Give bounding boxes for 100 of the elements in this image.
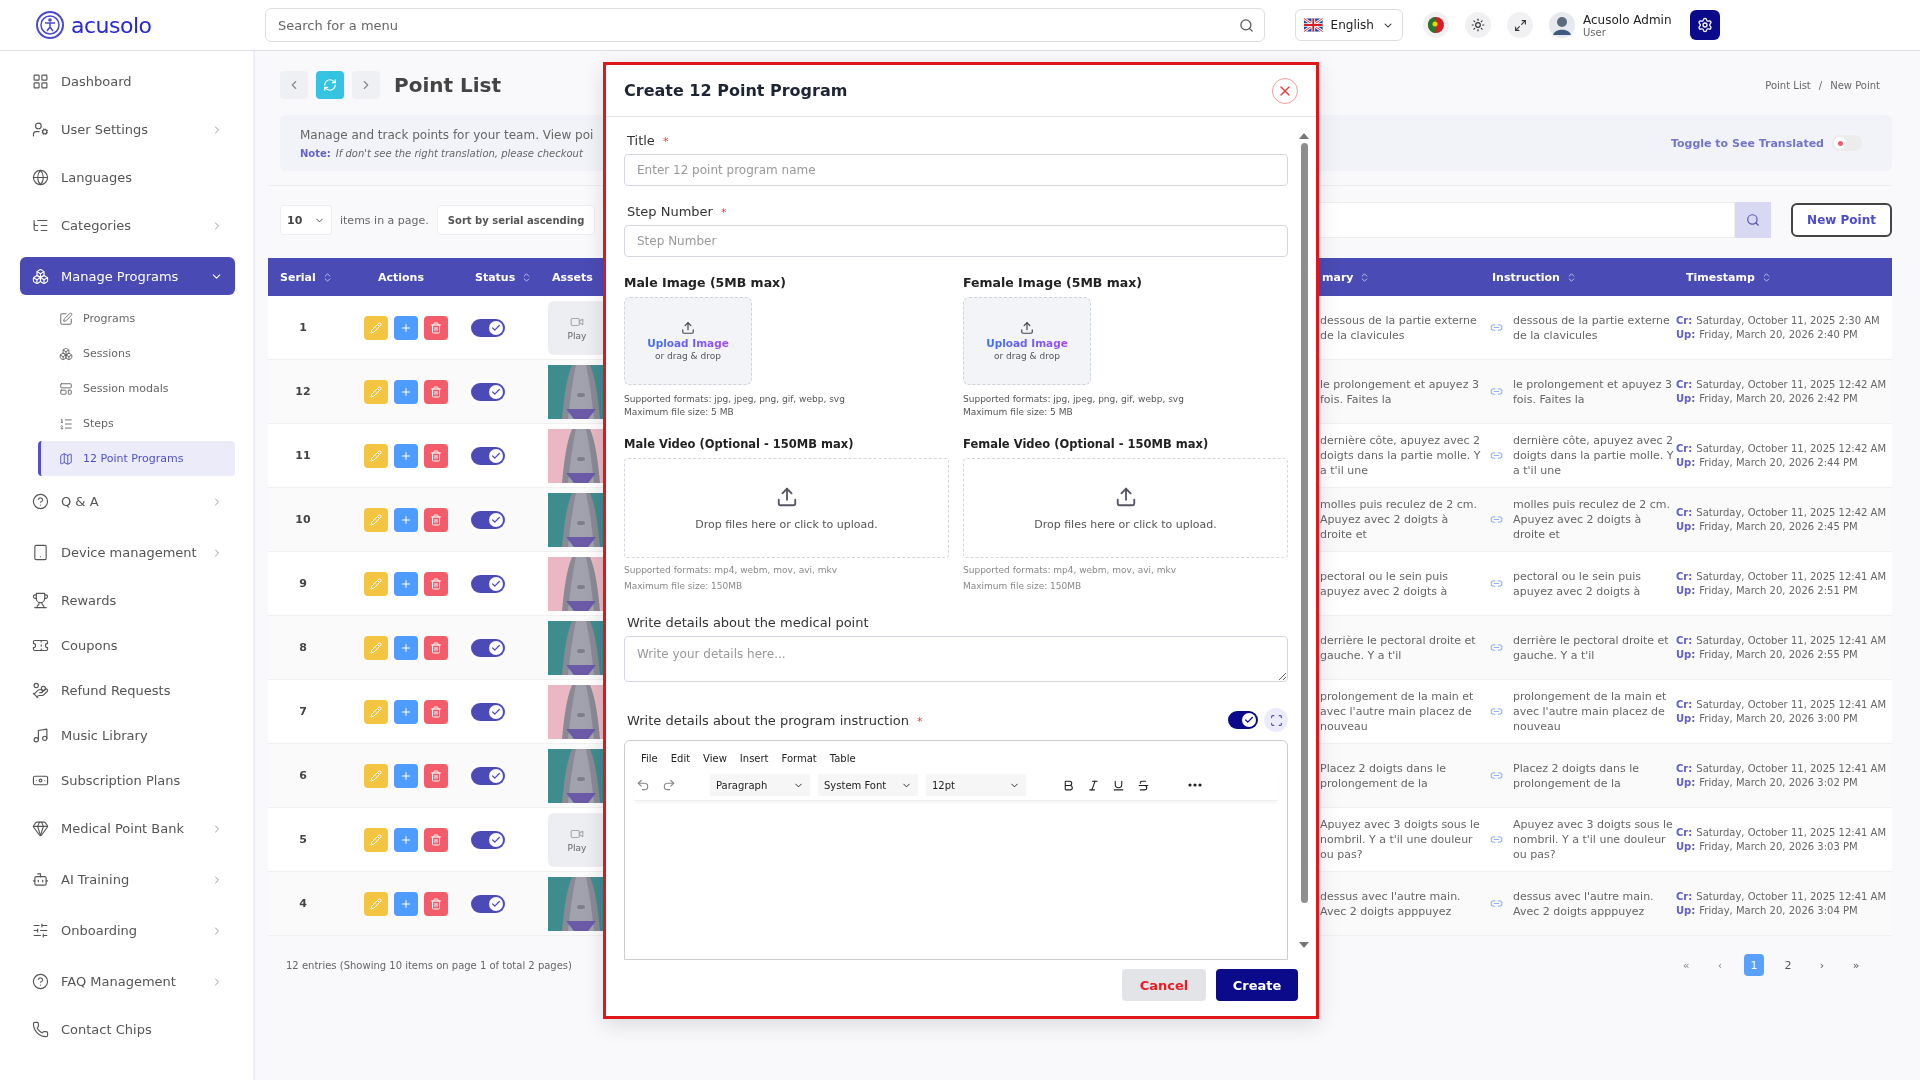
column-header[interactable]: Status bbox=[475, 270, 516, 284]
add-button[interactable] bbox=[394, 763, 418, 788]
add-button[interactable] bbox=[394, 635, 418, 660]
status-toggle[interactable] bbox=[471, 702, 505, 721]
sidebar-item[interactable]: Coupons bbox=[20, 623, 235, 668]
status-toggle[interactable] bbox=[471, 574, 505, 593]
image-drop-zone[interactable]: Upload Image or drag & drop bbox=[963, 297, 1091, 385]
edit-button[interactable] bbox=[364, 827, 388, 852]
sidebar-subitem[interactable]: Steps bbox=[38, 406, 235, 441]
previous-page-button[interactable]: ‹ bbox=[1710, 954, 1730, 976]
status-toggle[interactable] bbox=[471, 318, 505, 337]
refresh-button[interactable] bbox=[316, 71, 344, 99]
edit-button[interactable] bbox=[364, 699, 388, 724]
font-select[interactable]: System Font bbox=[818, 774, 918, 796]
column-header[interactable]: Actions bbox=[378, 270, 424, 284]
column-header[interactable]: Timestamp bbox=[1686, 270, 1755, 284]
input-field[interactable]: Enter 12 point program name bbox=[624, 154, 1288, 186]
delete-button[interactable] bbox=[424, 635, 448, 660]
edit-button[interactable] bbox=[364, 571, 388, 596]
editor-menu[interactable]: Edit bbox=[670, 753, 691, 764]
add-button[interactable] bbox=[394, 827, 418, 852]
add-button[interactable] bbox=[394, 571, 418, 596]
delete-button[interactable] bbox=[424, 763, 448, 788]
sidebar-item[interactable]: FAQ Management bbox=[20, 956, 235, 1007]
next-page-button[interactable]: › bbox=[1812, 954, 1832, 976]
sidebar-subitem[interactable]: Session modals bbox=[38, 371, 235, 406]
sidebar-item[interactable]: Refund Requests bbox=[20, 668, 235, 713]
add-button[interactable] bbox=[394, 315, 418, 340]
sidebar-item[interactable]: Contact Chips bbox=[20, 1007, 235, 1052]
fullscreen-button[interactable] bbox=[1507, 12, 1533, 38]
sidebar-item[interactable]: Subscription Plans bbox=[20, 758, 235, 803]
format-select[interactable]: Paragraph bbox=[710, 774, 810, 796]
delete-button[interactable] bbox=[424, 827, 448, 852]
settings-button[interactable] bbox=[1689, 10, 1720, 40]
status-toggle[interactable] bbox=[471, 446, 505, 465]
sidebar-subitem[interactable]: Sessions bbox=[38, 336, 235, 371]
fullscreen-button[interactable] bbox=[1264, 708, 1288, 732]
edit-button[interactable] bbox=[364, 315, 388, 340]
sidebar-item[interactable]: Rewards bbox=[20, 578, 235, 623]
video-drop-zone[interactable]: Drop files here or click to upload. bbox=[624, 458, 949, 558]
input-field[interactable]: Step Number bbox=[624, 225, 1288, 257]
last-page-button[interactable]: » bbox=[1846, 954, 1866, 976]
sidebar-item[interactable]: AI Training bbox=[20, 854, 235, 905]
cancel-button[interactable]: Cancel bbox=[1122, 969, 1206, 1001]
create-button[interactable]: Create bbox=[1216, 969, 1298, 1001]
editor-menu[interactable]: View bbox=[703, 753, 727, 764]
sidebar-item[interactable]: Languages bbox=[20, 155, 235, 200]
new-point-button[interactable]: New Point bbox=[1791, 203, 1892, 237]
breadcrumb-link[interactable]: Point List bbox=[1765, 79, 1811, 91]
status-toggle[interactable] bbox=[471, 510, 505, 529]
image-drop-zone[interactable]: Upload Image or drag & drop bbox=[624, 297, 752, 385]
add-button[interactable] bbox=[394, 443, 418, 468]
first-page-button[interactable]: « bbox=[1676, 954, 1696, 976]
sidebar-item[interactable]: Dashboard bbox=[20, 59, 235, 104]
sidebar-item[interactable]: User Settings bbox=[20, 104, 235, 155]
video-drop-zone[interactable]: Drop files here or click to upload. bbox=[963, 458, 1288, 558]
rich-text-editor[interactable]: File Edit View Insert Format Table Paragraph System Font 12pt bbox=[624, 740, 1288, 960]
delete-button[interactable] bbox=[424, 507, 448, 532]
delete-button[interactable] bbox=[424, 315, 448, 340]
add-button[interactable] bbox=[394, 379, 418, 404]
column-header[interactable]: Instruction bbox=[1492, 270, 1560, 284]
page-size-select[interactable]: 10 bbox=[280, 205, 332, 235]
status-toggle[interactable] bbox=[471, 382, 505, 401]
size-select[interactable]: 12pt bbox=[926, 774, 1026, 796]
editor-menu[interactable]: Insert bbox=[739, 753, 769, 764]
sidebar-subitem[interactable]: Programs bbox=[38, 301, 235, 336]
status-toggle[interactable] bbox=[471, 894, 505, 913]
editor-menu[interactable]: Format bbox=[781, 753, 817, 764]
edit-button[interactable] bbox=[364, 443, 388, 468]
translate-toggle[interactable] bbox=[1832, 135, 1862, 151]
search-button[interactable] bbox=[1735, 202, 1772, 238]
theme-button[interactable] bbox=[1465, 12, 1491, 38]
editor-menu[interactable]: File bbox=[641, 753, 658, 764]
column-header[interactable]: mary bbox=[1322, 270, 1354, 284]
scroll-bar[interactable] bbox=[1298, 133, 1310, 948]
column-header[interactable]: Assets bbox=[552, 270, 593, 284]
delete-button[interactable] bbox=[424, 891, 448, 916]
status-toggle[interactable] bbox=[471, 638, 505, 657]
editor-menu[interactable]: Table bbox=[829, 753, 856, 764]
close-button[interactable] bbox=[1272, 77, 1298, 104]
column-header[interactable]: Serial bbox=[280, 270, 316, 284]
editor-toggle[interactable] bbox=[1228, 711, 1258, 729]
search-field[interactable]: Search for a menu bbox=[265, 8, 1265, 42]
video-tile[interactable]: Play bbox=[548, 812, 606, 867]
sort-select[interactable]: Sort by serial ascending bbox=[436, 205, 596, 235]
text-area[interactable]: Write your details here... bbox=[624, 636, 1288, 682]
language-select[interactable]: English bbox=[1295, 9, 1403, 41]
status-toggle[interactable] bbox=[471, 830, 505, 849]
delete-button[interactable] bbox=[424, 379, 448, 404]
status-toggle[interactable] bbox=[471, 766, 505, 785]
page-button[interactable]: 2 bbox=[1778, 954, 1798, 976]
delete-button[interactable] bbox=[424, 443, 448, 468]
add-button[interactable] bbox=[394, 891, 418, 916]
sidebar-item[interactable]: Medical Point Bank bbox=[20, 803, 235, 854]
add-button[interactable] bbox=[394, 699, 418, 724]
sidebar-item[interactable]: Music Library bbox=[20, 713, 235, 758]
sidebar-item[interactable]: Categories bbox=[20, 200, 235, 251]
delete-button[interactable] bbox=[424, 571, 448, 596]
sidebar-subitem[interactable]: 12 Point Programs bbox=[38, 441, 235, 476]
region-button[interactable] bbox=[1423, 12, 1449, 38]
